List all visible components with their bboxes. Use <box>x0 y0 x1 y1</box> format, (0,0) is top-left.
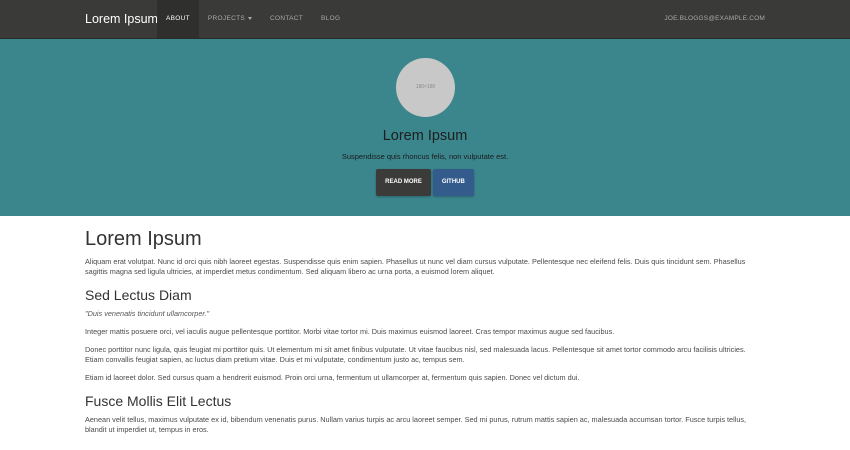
nav-item-label: CONTACT <box>269 15 304 22</box>
hero-subtitle: Suspendisse quis rhoncus felis, non vulp… <box>341 152 509 161</box>
section-heading: Fusce Mollis Elit Lectus <box>85 393 232 409</box>
caret-down-icon <box>247 16 252 20</box>
brand-link[interactable]: Lorem Ipsum <box>85 0 158 38</box>
intro-paragraph: Aliquam erat volutpat. Nunc id orci quis… <box>85 257 746 276</box>
nav-item-label: ABOUT <box>166 15 190 22</box>
main-content: Lorem Ipsum Aliquam erat volutpat. Nunc … <box>85 216 765 443</box>
hero-section: 180×180 Lorem Ipsum Suspendisse quis rho… <box>0 39 850 216</box>
nav-item-contact[interactable]: CONTACT <box>261 0 312 38</box>
github-button[interactable]: GITHUB <box>432 169 474 196</box>
hero-buttons: READ MORE GITHUB <box>0 169 850 196</box>
page-title: Lorem Ipsum <box>85 228 202 250</box>
read-more-button[interactable]: READ MORE <box>376 169 431 196</box>
nav-item-blog[interactable]: BLOG <box>312 0 349 38</box>
nav-item-projects[interactable]: PROJECTS <box>199 0 261 38</box>
quote-text: "Duis venenatis tincidunt ullamcorper." <box>85 309 210 318</box>
nav-item-label: PROJECTS <box>207 15 245 22</box>
paragraph: Etiam id laoreet dolor. Sed cursus quam … <box>85 373 580 382</box>
section-heading: Sed Lectus Diam <box>85 287 192 303</box>
nav-item-about[interactable]: ABOUT <box>157 0 199 38</box>
hero-title: Lorem Ipsum <box>382 128 468 144</box>
paragraph: Integer mattis posuere orci, vel iaculis… <box>85 327 615 336</box>
avatar: 180×180 <box>396 58 455 117</box>
user-email-link[interactable]: JOE.BLOGGS@EXAMPLE.COM <box>664 0 765 38</box>
navbar: Lorem Ipsum ABOUT PROJECTS CONTACT BLOG … <box>0 0 850 39</box>
nav-menu: ABOUT PROJECTS CONTACT BLOG <box>157 0 349 38</box>
paragraph: Aenean velit tellus, maximus vulputate e… <box>85 415 747 434</box>
paragraph: Donec porttitor nunc ligula, quis feugia… <box>85 345 746 364</box>
nav-item-label: BLOG <box>321 15 341 22</box>
